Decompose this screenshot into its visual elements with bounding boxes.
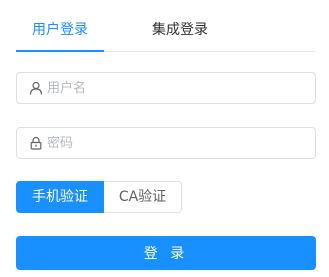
- active-tab-indicator: [16, 50, 104, 52]
- password-input[interactable]: [47, 128, 307, 158]
- login-button[interactable]: 登 录: [16, 236, 316, 270]
- login-panel: 用户登录 集成登录 手机验证 CA验证 登 录: [0, 0, 329, 277]
- tab-user-login[interactable]: 用户登录: [32, 21, 88, 39]
- phone-verify-button[interactable]: 手机验证: [16, 181, 104, 213]
- ca-verify-button[interactable]: CA验证: [104, 181, 182, 213]
- lock-icon: [30, 136, 42, 150]
- username-field[interactable]: [16, 72, 316, 104]
- user-icon: [29, 81, 43, 95]
- username-input[interactable]: [47, 73, 307, 103]
- tab-integrated-login[interactable]: 集成登录: [152, 21, 208, 39]
- password-field[interactable]: [16, 127, 316, 159]
- login-tabs: 用户登录 集成登录: [16, 0, 316, 52]
